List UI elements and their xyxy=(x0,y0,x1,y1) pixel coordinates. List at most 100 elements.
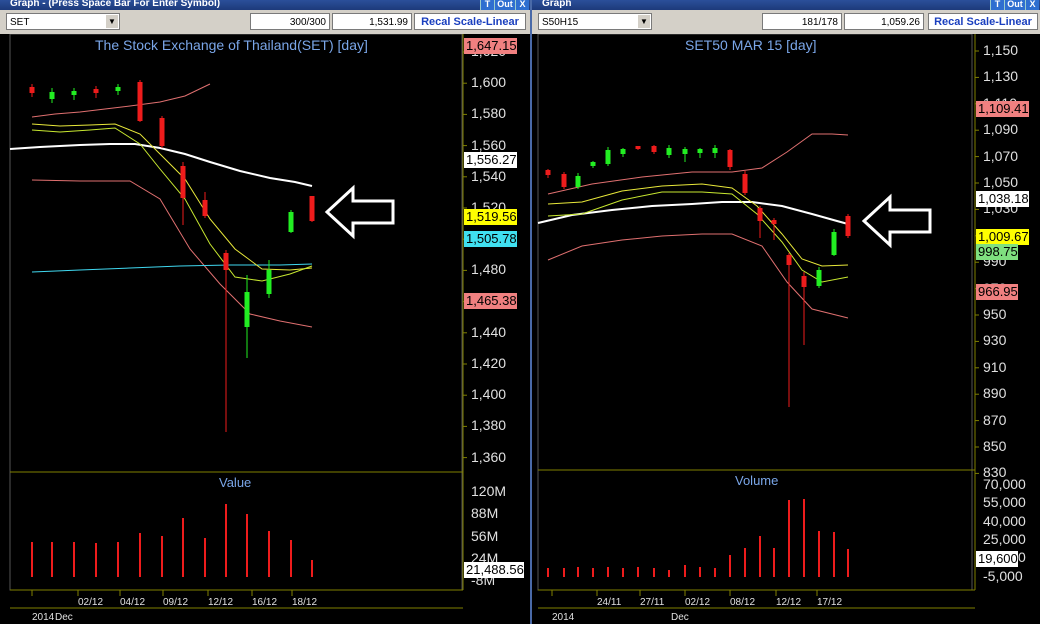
left-candle-body xyxy=(137,82,143,121)
left-candle-body xyxy=(49,92,55,99)
right-candle-body xyxy=(816,270,822,286)
right-y-tick-label: 850 xyxy=(983,438,1007,454)
left-out-button[interactable]: Out xyxy=(494,0,515,10)
right-candle-body xyxy=(590,162,596,166)
left-x-label: 09/12 xyxy=(163,597,189,608)
right-y-tick-label: 1,070 xyxy=(983,147,1019,164)
left-symbol-input[interactable]: SET ▼ xyxy=(6,13,120,30)
right-y-tick-label: 890 xyxy=(983,385,1007,402)
left-x-label: 16/12 xyxy=(252,597,278,608)
left-toolbar: SET ▼ 300/300 1,531.99 Recal Scale-Linear xyxy=(0,10,530,34)
left-candle-body xyxy=(309,196,315,221)
right-y-tick-label: 950 xyxy=(983,306,1007,322)
left-candle-body xyxy=(93,89,99,93)
left-candle-body xyxy=(159,118,165,146)
left-x-label: 12/12 xyxy=(208,597,234,608)
right-price-chart[interactable] xyxy=(532,34,1040,624)
right-candle-body xyxy=(757,208,763,221)
right-toolbar: S50H15 ▼ 181/178 1,059.26 Recal Scale-Lin… xyxy=(532,10,1040,34)
left-volume-tag: 21,488.56 xyxy=(464,562,524,578)
right-price-tag: 998.75 xyxy=(976,244,1018,260)
right-candle-body xyxy=(727,150,733,167)
right-x-label: 27/11 xyxy=(640,597,665,608)
right-window-title: Graph xyxy=(532,0,1040,10)
left-y-tick-label: 1,580 xyxy=(471,105,507,122)
right-x-label: 24/11 xyxy=(597,597,622,608)
right-candle-body xyxy=(545,170,551,175)
right-candle-body xyxy=(771,220,777,224)
left-x-label: 04/12 xyxy=(120,597,146,608)
left-t-button[interactable]: T xyxy=(480,0,494,10)
left-ma-slow xyxy=(9,143,313,187)
left-close-button[interactable]: X xyxy=(515,0,529,10)
right-ma-fast-2 xyxy=(547,191,849,283)
left-volume-tick-label: 56M xyxy=(471,527,499,544)
right-recal-scale-button[interactable]: Recal Scale-Linear xyxy=(928,13,1038,30)
left-candle-body xyxy=(115,87,121,91)
right-volume-title: Volume xyxy=(735,473,779,488)
left-y-tick-label: 1,480 xyxy=(471,261,507,278)
right-close-button[interactable]: X xyxy=(1025,0,1039,10)
right-out-button[interactable]: Out xyxy=(1004,0,1025,10)
left-price-tag: 1,647.15 xyxy=(464,38,517,54)
right-x-label: 02/12 xyxy=(685,597,711,608)
right-chart-title: SET50 MAR 15 [day] xyxy=(685,37,817,53)
left-volume-tick-label: 120M xyxy=(471,483,507,499)
left-volume-title: Value xyxy=(219,475,252,490)
right-x-label: 08/12 xyxy=(730,597,756,608)
right-candle-body xyxy=(831,232,837,255)
right-candle-body xyxy=(575,176,581,187)
left-price-tag: 1,519.56 xyxy=(464,209,517,225)
left-candle-body xyxy=(202,200,208,216)
right-candle-body xyxy=(845,216,851,236)
right-y-tick-label: 1,050 xyxy=(983,174,1019,190)
right-volume-tick-label: 70,000 xyxy=(983,476,1026,492)
left-y-tick-label: 1,380 xyxy=(471,417,507,434)
right-y-tick-label: 930 xyxy=(983,332,1007,349)
left-count-field: 300/300 xyxy=(250,13,330,30)
left-y-tick-label: 1,440 xyxy=(471,323,507,340)
chevron-down-icon[interactable]: ▼ xyxy=(106,15,118,28)
right-candle-body xyxy=(605,150,611,164)
left-chart-title: The Stock Exchange of Thailand(SET) [day… xyxy=(95,37,368,53)
right-price-field: 1,059.26 xyxy=(844,13,924,30)
left-price-chart[interactable] xyxy=(0,34,530,624)
right-y-tick-label: 870 xyxy=(983,411,1007,428)
right-symbol-input[interactable]: S50H15 ▼ xyxy=(538,13,652,30)
right-plot-frame xyxy=(537,34,973,591)
left-plot-frame xyxy=(9,34,463,591)
left-year-label: 2014 xyxy=(32,612,55,623)
left-chart-window: Graph - (Press Space Bar For Enter Symbo… xyxy=(0,0,530,624)
right-arrow-icon xyxy=(861,193,932,249)
left-recal-scale-button[interactable]: Recal Scale-Linear xyxy=(414,13,526,30)
right-volume-tick-label: 25,000 xyxy=(983,530,1026,547)
chevron-down-icon[interactable]: ▼ xyxy=(638,15,650,28)
left-band-upper xyxy=(31,83,211,118)
right-price-tag: 1,009.67 xyxy=(976,229,1029,245)
left-candle-body xyxy=(288,212,294,232)
left-candle-body xyxy=(266,270,272,294)
right-candle-body xyxy=(666,148,672,155)
left-price-field: 1,531.99 xyxy=(332,13,412,30)
left-candle-body xyxy=(244,292,250,327)
left-y-tick-label: 1,400 xyxy=(471,386,507,403)
right-y-tick-label: 1,090 xyxy=(983,121,1019,138)
right-candle-body xyxy=(697,149,703,153)
right-chart-window: Graph T Out X S50H15 ▼ 181/178 1,059.26 R… xyxy=(532,0,1040,624)
left-arrow-icon xyxy=(324,184,395,240)
right-y-tick-label: 1,150 xyxy=(983,42,1019,58)
left-band-lower xyxy=(31,179,313,328)
right-t-button[interactable]: T xyxy=(990,0,1004,10)
left-candle-body xyxy=(29,87,35,93)
left-symbol-value: SET xyxy=(10,17,30,28)
right-volume-tick-label: 55,000 xyxy=(983,494,1026,511)
right-symbol-value: S50H15 xyxy=(542,17,579,28)
right-candle-body xyxy=(651,146,657,152)
left-y-tick-label: 1,560 xyxy=(471,136,507,153)
left-y-tick-label: 1,420 xyxy=(471,355,507,371)
right-ma-fast-1 xyxy=(547,183,849,267)
right-y-tick-label: 1,130 xyxy=(983,68,1019,85)
right-price-tag: 966.95 xyxy=(976,284,1018,300)
right-volume-tick-label: 40,000 xyxy=(983,512,1026,529)
left-month-label: Dec xyxy=(55,612,73,623)
